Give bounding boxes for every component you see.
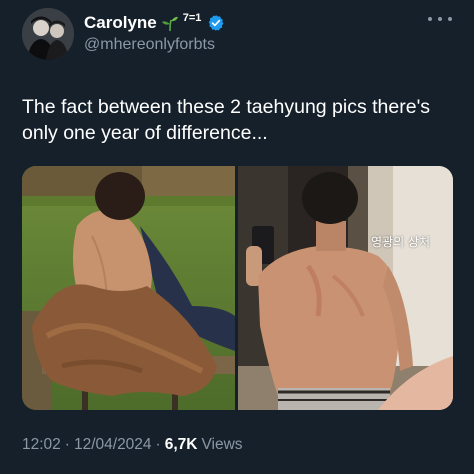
tweet-card: Carolyne 7=1 @mhereonlyforbts The fact b… bbox=[0, 0, 474, 474]
views-label: Views bbox=[201, 436, 243, 453]
tweet-meta: 12:02 · 12/04/2024 · 6,7K Views bbox=[22, 436, 243, 454]
more-options-button[interactable] bbox=[428, 10, 452, 28]
views-count[interactable]: 6,7K bbox=[165, 436, 198, 454]
more-horizontal-icon-dot bbox=[438, 17, 442, 21]
tweet-media: 영광의 상처 bbox=[22, 166, 453, 410]
more-horizontal-icon-dot bbox=[428, 17, 432, 21]
avatar[interactable] bbox=[22, 8, 74, 60]
tweet-time[interactable]: 12:02 bbox=[22, 436, 61, 454]
author-handle[interactable]: @mhereonlyforbts bbox=[84, 36, 215, 54]
author-display-name[interactable]: Carolyne bbox=[84, 13, 157, 33]
meta-separator: · bbox=[155, 436, 161, 453]
photo-right-image bbox=[238, 166, 453, 410]
media-photo-left[interactable] bbox=[22, 166, 235, 410]
author-name-row: Carolyne 7=1 bbox=[84, 12, 225, 34]
photo-left-image bbox=[22, 166, 235, 410]
photo-caption: 영광의 상처 bbox=[371, 235, 431, 249]
tweet-date[interactable]: 12/04/2024 bbox=[74, 436, 152, 454]
author-name-suffix: 7=1 bbox=[182, 12, 202, 24]
avatar-image bbox=[22, 8, 74, 60]
more-horizontal-icon-dot bbox=[448, 17, 452, 21]
verified-badge-icon bbox=[209, 15, 224, 31]
tweet-text: The fact between these 2 taehyung pics t… bbox=[22, 96, 431, 144]
media-photo-right[interactable]: 영광의 상처 bbox=[238, 166, 453, 410]
meta-separator: · bbox=[64, 436, 70, 453]
sprout-emoji-icon bbox=[161, 16, 178, 32]
